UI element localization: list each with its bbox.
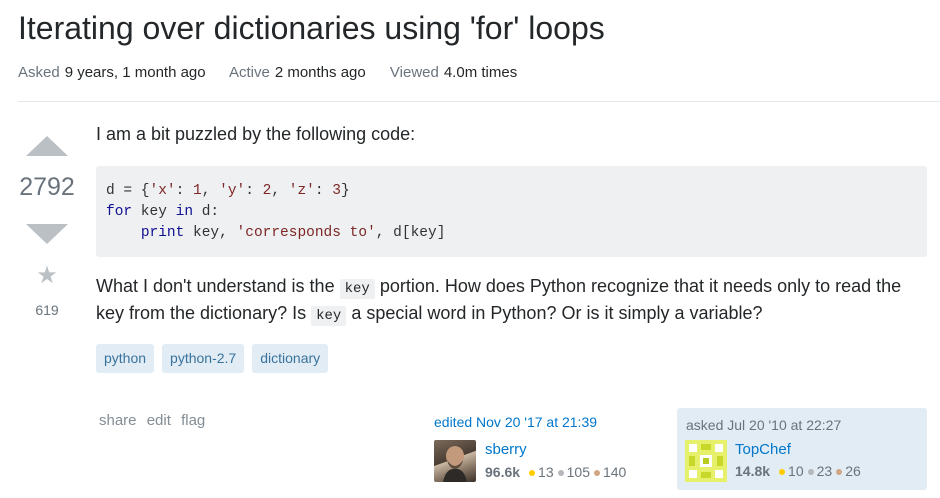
code-line-2: for key in d: (106, 204, 220, 220)
favorite-star-icon[interactable]: ★ (34, 263, 60, 289)
gold-badge-icon (529, 469, 536, 476)
downvote-arrow-icon[interactable] (26, 224, 68, 244)
editor-reputation: 96.6k 13 105 140 (485, 464, 627, 480)
share-link[interactable]: share (99, 412, 137, 429)
flag-link[interactable]: flag (181, 412, 205, 429)
active-label: Active (228, 64, 270, 81)
viewed-label: Viewed (389, 64, 439, 81)
tag-list: python python-2.7 dictionary (96, 344, 329, 373)
asked-value: 9 years, 1 month ago (64, 64, 206, 81)
editor-avatar[interactable] (434, 440, 476, 482)
asked-label: Asked (18, 64, 60, 81)
asked-timestamp: asked Jul 20 '10 at 22:27 (686, 417, 842, 433)
gold-badge-icon (779, 468, 786, 475)
editor-name[interactable]: sberry (485, 441, 527, 458)
edited-timestamp[interactable]: edited Nov 20 '17 at 21:39 (434, 414, 654, 430)
question-title[interactable]: Iterating over dictionaries using 'for' … (18, 10, 605, 47)
question-meta: Asked 9 years, 1 month ago Active 2 months… (18, 64, 537, 81)
asker-reputation: 14.8k 10 23 26 (735, 463, 861, 479)
code-line-3: print key, 'corresponds to', d[key] (140, 225, 446, 241)
edited-signature: edited Nov 20 '17 at 21:39 sberry 96.6k 1… (434, 414, 654, 482)
silver-badge-icon (557, 469, 564, 476)
asker-name[interactable]: TopChef (735, 441, 791, 458)
asker-avatar[interactable] (685, 440, 727, 482)
code-block: d = {'x': 1, 'y': 2, 'z': 3} for key in … (96, 166, 927, 257)
favorite-count: 619 (35, 302, 59, 318)
tag-python-2-7[interactable]: python-2.7 (162, 344, 245, 373)
edit-link[interactable]: edit (147, 412, 171, 429)
bronze-badge-icon (593, 469, 600, 476)
viewed-value: 4.0m times (443, 64, 518, 81)
tag-python[interactable]: python (96, 344, 155, 373)
upvote-arrow-icon[interactable] (26, 136, 68, 156)
tag-dictionary[interactable]: dictionary (252, 344, 329, 373)
question-paragraph: What I don't understand is the key porti… (96, 276, 902, 326)
silver-badge-icon (807, 468, 814, 475)
post-menu: share edit flag (99, 412, 211, 429)
code-line-1: d = {'x': 1, 'y': 2, 'z': 3} (106, 183, 350, 199)
inline-code-key: key (339, 279, 375, 299)
asked-signature: asked Jul 20 '10 at 22:27 TopChef 14.8k 1… (677, 408, 927, 490)
bronze-badge-icon (836, 468, 843, 475)
active-value[interactable]: 2 months ago (275, 64, 366, 81)
header-divider (18, 101, 940, 102)
vote-count: 2792 (19, 173, 75, 201)
inline-code-key: key (311, 306, 347, 326)
question-intro: I am a bit puzzled by the following code… (96, 124, 416, 144)
